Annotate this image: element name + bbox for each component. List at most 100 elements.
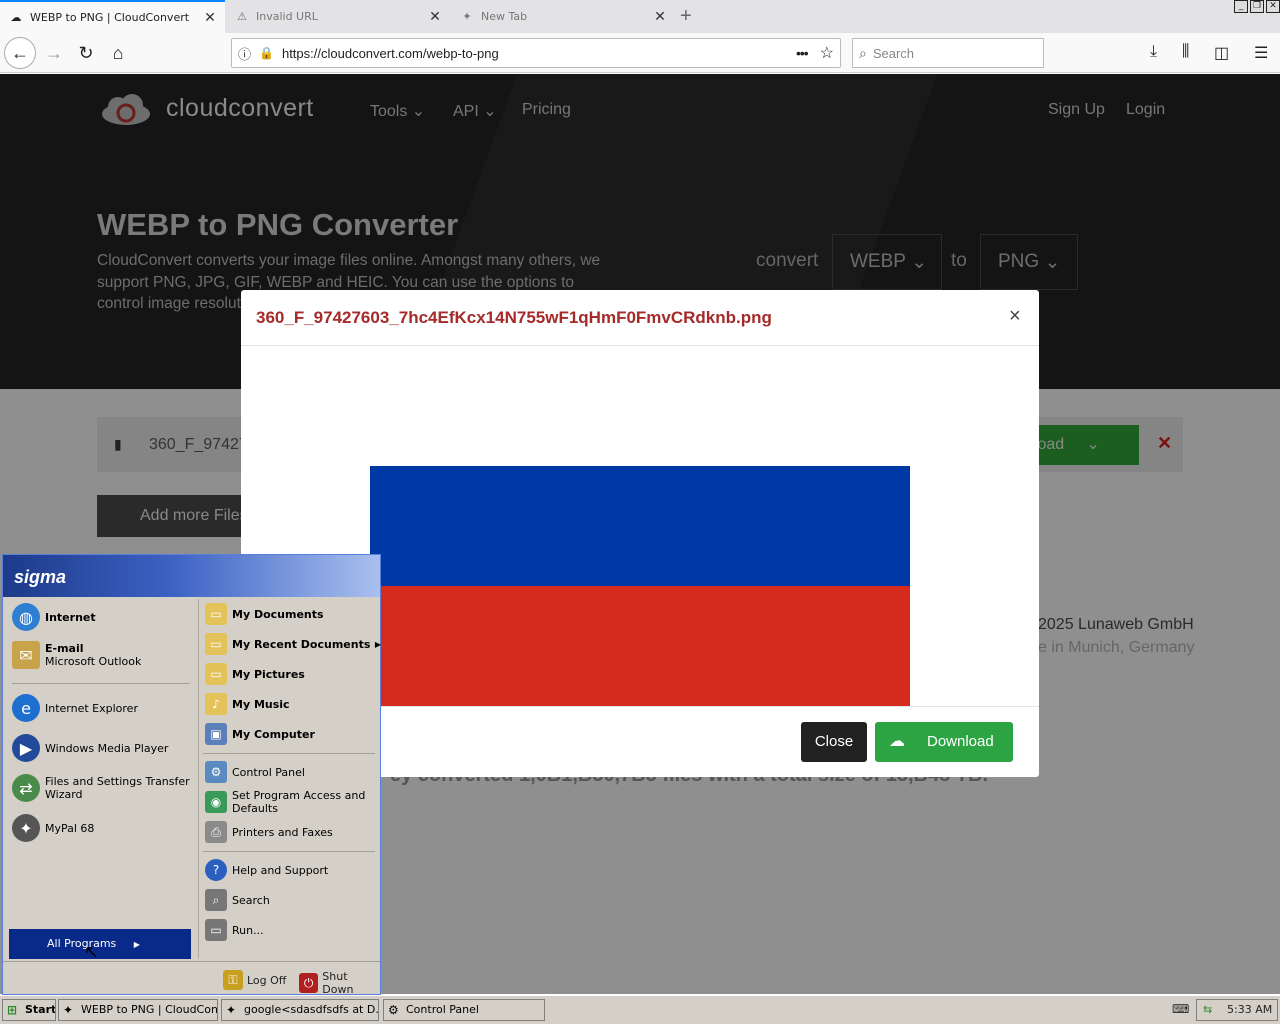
keyboard-icon[interactable]: ⌨ bbox=[1172, 1002, 1189, 1016]
globe-icon: ◍ bbox=[12, 603, 40, 631]
cloudconvert-logo-icon[interactable] bbox=[100, 94, 152, 126]
nav-tools[interactable]: Tools ⌄ bbox=[370, 101, 425, 121]
tab-invalid-url[interactable]: ⚠ Invalid URL ✕ bbox=[226, 0, 450, 33]
url-bar[interactable]: ⓘ 🔒 https://cloudconvert.com/webp-to-png… bbox=[231, 38, 841, 68]
lock-icon: 🔒 bbox=[259, 46, 274, 60]
download-button[interactable]: ☁ Download bbox=[875, 722, 1013, 762]
close-window-icon[interactable]: ✕ bbox=[1266, 0, 1280, 13]
start-item-transfer-wizard[interactable]: ⇄ Files and Settings Transfer Wizard bbox=[12, 774, 192, 802]
mypal-icon: ✦ bbox=[63, 1003, 74, 1017]
file-name: 360_F_97427 bbox=[149, 436, 248, 453]
start-item-email[interactable]: ✉ E-mail Microsoft Outlook bbox=[12, 641, 141, 669]
start-item-program-access[interactable]: ◉ Set Program Access and Defaults bbox=[205, 789, 377, 815]
start-item-label: Internet bbox=[45, 610, 96, 624]
start-item-label: Run... bbox=[232, 923, 264, 937]
tab-title: WEBP to PNG | CloudConvert bbox=[30, 11, 190, 24]
key-icon: ⚿ bbox=[223, 970, 243, 990]
logo-text[interactable]: cloudconvert bbox=[166, 94, 314, 123]
search-input[interactable] bbox=[872, 45, 1023, 61]
all-programs-label: All Programs bbox=[47, 937, 117, 950]
bookmark-star-icon[interactable]: ☆ bbox=[820, 43, 834, 63]
start-item-internet[interactable]: ◍ Internet bbox=[12, 603, 96, 631]
submenu-arrow-icon: ▶ bbox=[374, 639, 381, 649]
tab-cloudconvert[interactable]: ☁ WEBP to PNG | CloudConvert ✕ bbox=[0, 0, 225, 33]
all-programs-button[interactable]: All Programs ▶ bbox=[9, 929, 191, 959]
info-icon[interactable]: ⓘ bbox=[238, 44, 251, 63]
navigation-bar: ← → ↻ ⌂ ⓘ 🔒 https://cloudconvert.com/web… bbox=[0, 33, 1280, 73]
start-item-help[interactable]: ? Help and Support bbox=[205, 859, 328, 881]
start-menu-right-pane: ▭ My Documents ▭ My Recent Documents ▶ ▭… bbox=[198, 599, 381, 959]
start-item-search[interactable]: ⌕ Search bbox=[205, 889, 270, 911]
log-off-label: Log Off bbox=[247, 973, 287, 987]
reload-button[interactable]: ↻ bbox=[72, 39, 100, 67]
start-item-media-player[interactable]: ▶ Windows Media Player bbox=[12, 734, 168, 762]
menu-icon[interactable]: ☰ bbox=[1254, 43, 1268, 63]
start-item-label: My Computer bbox=[232, 727, 315, 741]
cloud-icon: ☁ bbox=[10, 11, 22, 24]
close-tab-icon[interactable]: ✕ bbox=[653, 9, 667, 25]
file-icon: ▮ bbox=[114, 436, 122, 452]
close-button[interactable]: Close bbox=[801, 722, 867, 762]
log-off-button[interactable]: ⚿ Log Off bbox=[223, 970, 286, 990]
library-icon[interactable]: ⫼ bbox=[1182, 43, 1189, 61]
start-item-control-panel[interactable]: ⚙ Control Panel bbox=[205, 761, 305, 783]
system-tray: ⇆ 5:33 AM bbox=[1196, 999, 1278, 1021]
task-control-panel[interactable]: ⚙ Control Panel bbox=[383, 999, 545, 1021]
run-icon: ▭ bbox=[205, 919, 227, 941]
nav-pricing[interactable]: Pricing bbox=[522, 101, 571, 119]
back-button[interactable]: ← bbox=[4, 37, 36, 69]
start-item-printers[interactable]: ⎙ Printers and Faxes bbox=[205, 821, 333, 843]
home-button[interactable]: ⌂ bbox=[104, 39, 132, 67]
start-item-internet-explorer[interactable]: e Internet Explorer bbox=[12, 694, 138, 722]
downloads-icon[interactable]: ⤓ bbox=[1150, 43, 1157, 61]
tab-title: Invalid URL bbox=[256, 10, 318, 23]
tab-new-tab[interactable]: ✦ New Tab ✕ bbox=[451, 0, 675, 33]
task-google[interactable]: ✦ google<sdasdfsdfs at D... bbox=[221, 999, 379, 1021]
clock[interactable]: 5:33 AM bbox=[1227, 1003, 1272, 1016]
close-tab-icon[interactable]: ✕ bbox=[428, 9, 442, 25]
start-item-my-pictures[interactable]: ▭ My Pictures bbox=[205, 663, 305, 685]
help-icon: ? bbox=[205, 859, 227, 881]
separator bbox=[203, 753, 375, 754]
url-text[interactable]: https://cloudconvert.com/webp-to-png bbox=[282, 46, 796, 61]
network-icon[interactable]: ⇆ bbox=[1203, 1000, 1212, 1020]
restore-icon[interactable]: ❐ bbox=[1250, 0, 1264, 13]
close-tab-icon[interactable]: ✕ bbox=[203, 10, 217, 26]
copyright-text: 2025 Lunaweb GmbH bbox=[1038, 616, 1194, 633]
tab-bar: ☁ WEBP to PNG | CloudConvert ✕ ⚠ Invalid… bbox=[0, 0, 1280, 33]
add-more-files-button[interactable]: Add more Files bbox=[97, 495, 257, 537]
start-item-my-documents[interactable]: ▭ My Documents bbox=[205, 603, 324, 625]
to-format-select[interactable]: PNG ⌄ bbox=[980, 234, 1078, 290]
sidebar-icon[interactable]: ◫ bbox=[1214, 43, 1229, 63]
flag-red-band bbox=[370, 586, 910, 706]
start-item-mypal[interactable]: ✦ MyPal 68 bbox=[12, 814, 94, 842]
start-item-label: Windows Media Player bbox=[45, 741, 169, 755]
start-button[interactable]: ⊞ Start bbox=[2, 999, 56, 1021]
start-item-label: Help and Support bbox=[232, 863, 329, 877]
start-item-label: My Music bbox=[232, 697, 290, 711]
new-tab-button[interactable]: + bbox=[680, 5, 692, 28]
nav-api[interactable]: API ⌄ bbox=[453, 101, 497, 121]
program-access-icon: ◉ bbox=[205, 791, 227, 813]
remove-file-icon[interactable]: ✕ bbox=[1157, 433, 1172, 454]
start-item-my-music[interactable]: ♪ My Music bbox=[205, 693, 290, 715]
nav-tools-label: Tools bbox=[370, 103, 408, 120]
download-label: Download bbox=[927, 733, 994, 750]
minimize-icon[interactable]: _ bbox=[1234, 0, 1248, 13]
start-item-recent-documents[interactable]: ▭ My Recent Documents ▶ bbox=[205, 633, 381, 655]
modal-close-icon[interactable]: × bbox=[1009, 305, 1021, 328]
page-actions-icon[interactable]: ••• bbox=[796, 45, 809, 61]
start-item-run[interactable]: ▭ Run... bbox=[205, 919, 264, 941]
separator bbox=[203, 851, 375, 852]
nav-sign-up[interactable]: Sign Up bbox=[1048, 101, 1105, 119]
nav-login[interactable]: Login bbox=[1126, 101, 1165, 119]
start-item-my-computer[interactable]: ▣ My Computer bbox=[205, 723, 315, 745]
start-item-sublabel: Microsoft Outlook bbox=[45, 655, 142, 668]
search-box[interactable]: ⌕ bbox=[852, 38, 1044, 68]
from-format-select[interactable]: WEBP ⌄ bbox=[832, 234, 942, 290]
shut-down-button[interactable]: ⏻ Shut Down bbox=[299, 970, 380, 996]
forward-button[interactable]: → bbox=[40, 39, 68, 67]
computer-icon: ▣ bbox=[205, 723, 227, 745]
task-cloudconvert[interactable]: ✦ WEBP to PNG | CloudCon... bbox=[58, 999, 218, 1021]
modal-title: 360_F_97427603_7hc4EfKcx14N755wF1qHmF0Fm… bbox=[256, 308, 772, 327]
